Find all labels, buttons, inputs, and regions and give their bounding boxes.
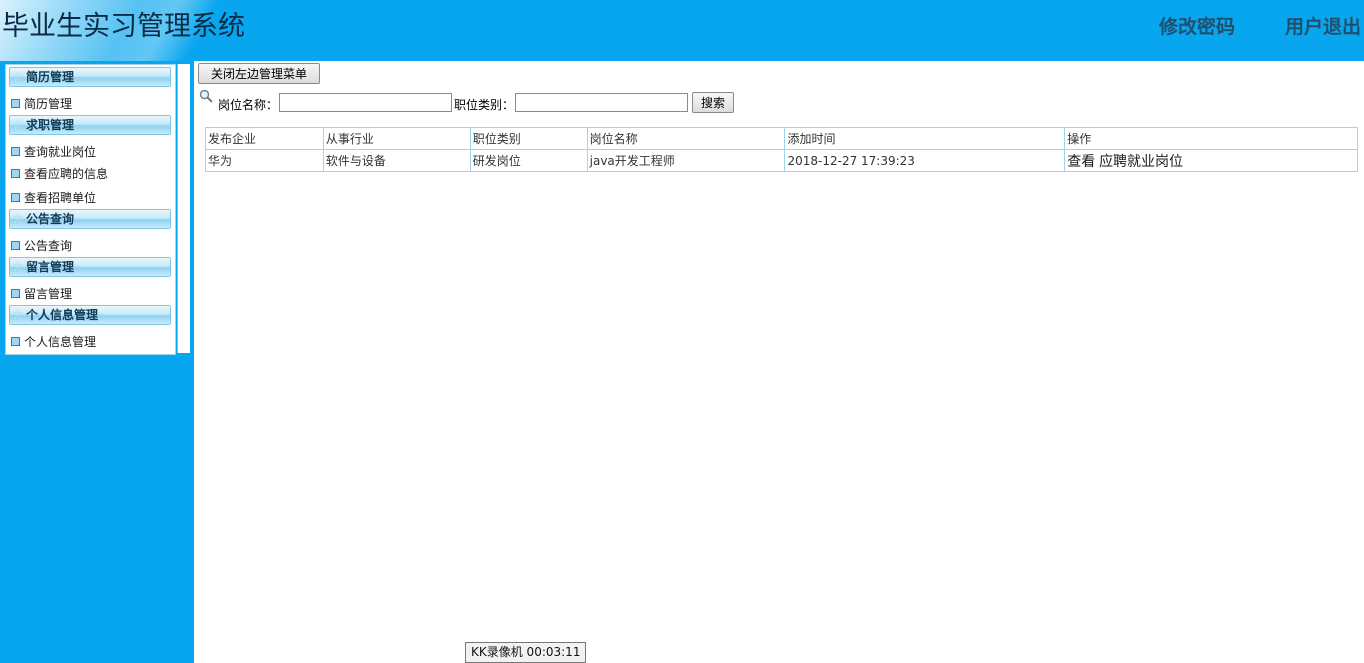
sidebar-item-label: 查询就业岗位: [24, 145, 97, 159]
job-name-input[interactable]: [279, 93, 452, 112]
bullet-square-icon: [11, 147, 20, 156]
menu-group-title: 留言管理: [26, 260, 75, 274]
apply-job-link[interactable]: 应聘就业岗位: [1099, 154, 1183, 170]
sidebar-item-label: 查看应聘的信息: [24, 167, 109, 181]
star-icon: ☆: [12, 260, 24, 275]
column-header-actions: 操作: [1064, 127, 1358, 150]
column-header-added-time: 添加时间: [784, 127, 1066, 150]
menu-group-title: 个人信息管理: [26, 308, 99, 322]
job-category-label: 职位类别：: [454, 98, 515, 112]
sidebar-item-label: 查看招聘单位: [24, 191, 97, 205]
sidebar-item-label: 留言管理: [24, 287, 73, 301]
sidebar-item-announcements[interactable]: 公告查询: [11, 237, 72, 254]
sidebar-item-label: 简历管理: [24, 97, 73, 111]
bullet-square-icon: [11, 169, 20, 178]
sidebar-item-profile[interactable]: 个人信息管理: [11, 333, 96, 350]
sidebar-item-messages[interactable]: 留言管理: [11, 285, 72, 302]
menu-group-title: 公告查询: [26, 212, 75, 226]
cell-added-time: 2018-12-27 17:39:23: [784, 149, 1066, 172]
view-link[interactable]: 查看: [1067, 154, 1095, 170]
column-header-job-name: 岗位名称: [586, 127, 786, 150]
menu-group-title: 简历管理: [26, 70, 75, 84]
star-icon: ☆: [12, 118, 24, 133]
menu-group-title: 求职管理: [26, 118, 75, 132]
sidebar-item-resume[interactable]: 简历管理: [11, 95, 72, 112]
sidebar-item-view-applications[interactable]: 查看应聘的信息: [11, 165, 108, 182]
app-header: 毕业生实习管理系统 修改密码 用户退出: [0, 0, 1364, 61]
menu-group-profile[interactable]: ☆ 个人信息管理: [9, 305, 171, 325]
app-title: 毕业生实习管理系统: [2, 11, 245, 42]
bullet-square-icon: [11, 99, 20, 108]
cell-company: 华为: [205, 149, 324, 172]
close-left-menu-button[interactable]: 关闭左边管理菜单: [198, 63, 320, 84]
job-name-label: 岗位名称：: [218, 98, 279, 112]
sidebar-item-view-employers[interactable]: 查看招聘单位: [11, 189, 96, 206]
sidebar-menu: ☆ 简历管理 简历管理 ☆ 求职管理 查询就业岗位 查看应聘的信息 查看招聘单位 ☆…: [5, 64, 176, 355]
change-password-link[interactable]: 修改密码: [1159, 12, 1235, 39]
search-button[interactable]: 搜索: [692, 92, 734, 113]
sidebar-item-label: 个人信息管理: [24, 335, 97, 349]
menu-group-resume[interactable]: ☆ 简历管理: [9, 67, 171, 87]
menu-group-announcements[interactable]: ☆ 公告查询: [9, 209, 171, 229]
job-category-input[interactable]: [515, 93, 688, 112]
bullet-square-icon: [11, 289, 20, 298]
star-icon: ☆: [12, 212, 24, 227]
job-results-table: 发布企业 从事行业 职位类别 岗位名称 添加时间 操作 华为 软件与设备 研发岗…: [205, 127, 1358, 172]
sidebar-scrollbar[interactable]: [177, 64, 190, 353]
bullet-square-icon: [11, 337, 20, 346]
star-icon: ☆: [12, 308, 24, 323]
cell-industry: 软件与设备: [322, 149, 471, 172]
sidebar-item-label: 公告查询: [24, 239, 73, 253]
logout-link[interactable]: 用户退出: [1285, 12, 1361, 39]
column-header-company: 发布企业: [205, 127, 324, 150]
screen-recorder-tooltip: KK录像机 00:03:11: [465, 642, 587, 663]
bullet-square-icon: [11, 193, 20, 202]
cell-category: 研发岗位: [469, 149, 588, 172]
menu-group-messages[interactable]: ☆ 留言管理: [9, 257, 171, 277]
bullet-square-icon: [11, 241, 20, 250]
column-header-industry: 从事行业: [322, 127, 471, 150]
sidebar-item-query-jobs[interactable]: 查询就业岗位: [11, 143, 96, 160]
column-header-category: 职位类别: [469, 127, 588, 150]
star-icon: ☆: [12, 70, 24, 85]
menu-group-job-hunting[interactable]: ☆ 求职管理: [9, 115, 171, 135]
table-header-row: 发布企业 从事行业 职位类别 岗位名称 添加时间 操作: [205, 127, 1358, 150]
cell-actions: 查看 应聘就业岗位: [1064, 149, 1358, 172]
table-row: 华为 软件与设备 研发岗位 java开发工程师 2018-12-27 17:39…: [205, 149, 1358, 172]
cell-job-name: java开发工程师: [586, 149, 786, 172]
search-icon: [199, 89, 213, 103]
